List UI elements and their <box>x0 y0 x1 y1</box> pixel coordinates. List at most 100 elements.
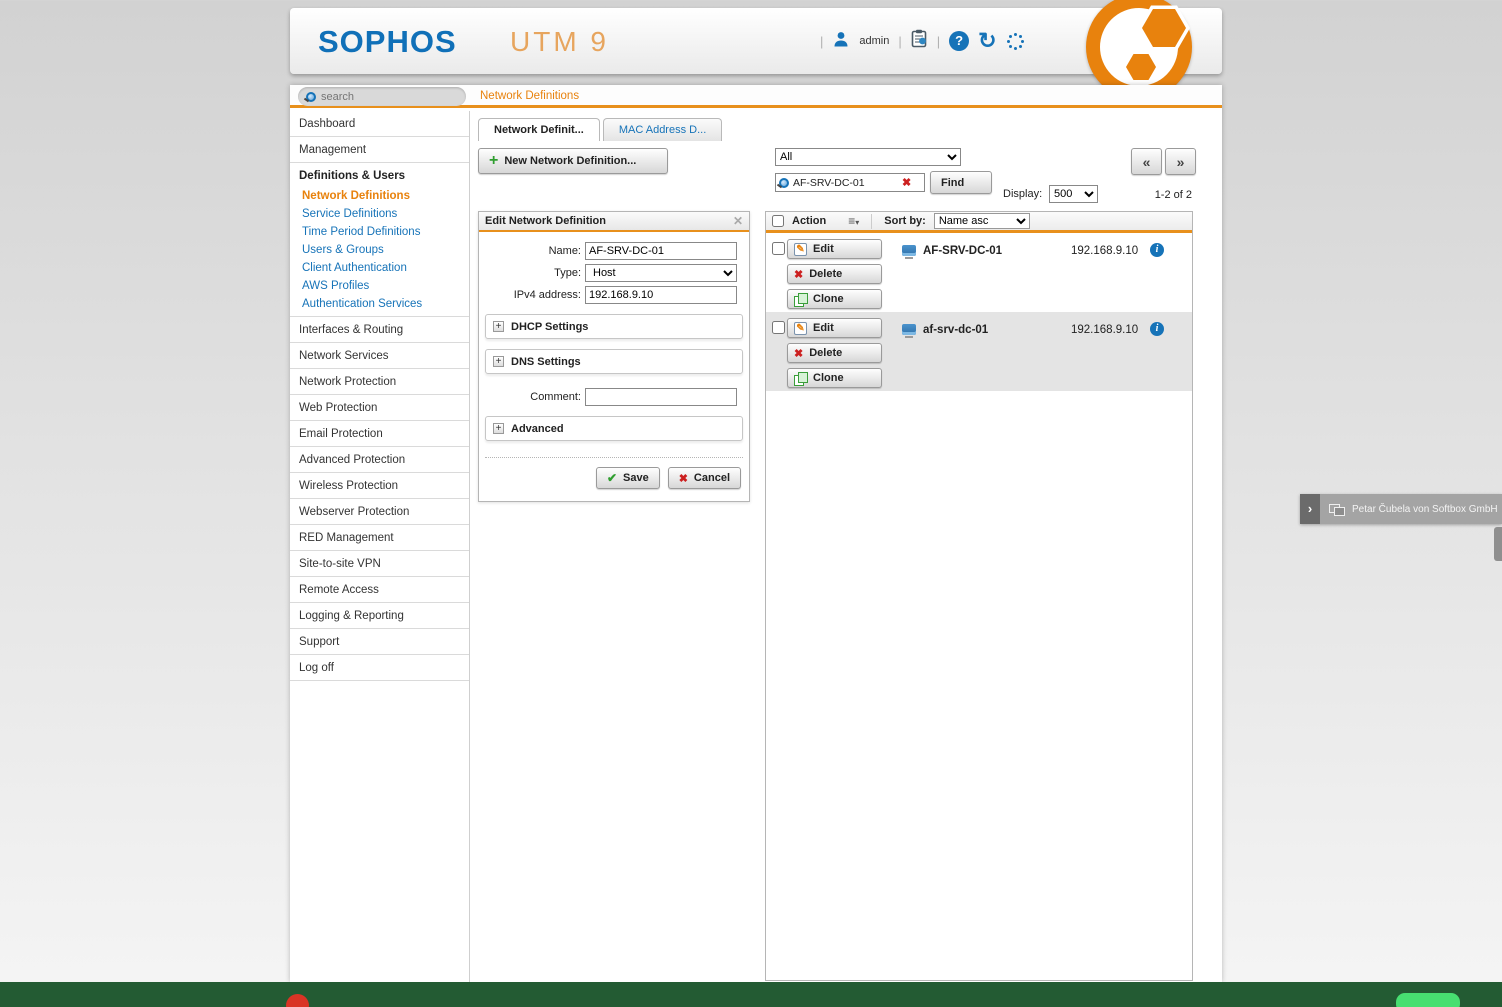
screenshare-participant: Petar Čubela von Softbox GmbH <box>1352 504 1498 515</box>
batch-menu-icon[interactable]: ≡▾ <box>848 214 859 228</box>
tab-network-definitions[interactable]: Network Definit... <box>478 118 600 141</box>
clone-button[interactable]: Clone <box>787 368 882 388</box>
help-icon[interactable]: ? <box>949 31 969 51</box>
display-count-select[interactable]: 500 <box>1049 185 1098 203</box>
sidebar-item-network-protection[interactable]: Network Protection <box>290 369 469 395</box>
sidebar-item-client-authentication[interactable]: Client Authentication <box>290 259 469 277</box>
sidebar-item-wireless-protection[interactable]: Wireless Protection <box>290 473 469 499</box>
dhcp-settings-section[interactable]: + DHCP Settings <box>485 314 743 339</box>
filter-type-select[interactable]: All <box>775 148 961 166</box>
comment-label: Comment: <box>485 391 581 403</box>
sidebar-item-authentication-services[interactable]: Authentication Services <box>290 295 469 317</box>
clear-search-icon[interactable]: ✖ <box>902 176 911 189</box>
sidebar-item-management[interactable]: Management <box>290 137 469 163</box>
info-icon[interactable]: i <box>1150 243 1164 257</box>
row-checkbox[interactable] <box>772 321 785 334</box>
sidebar-item-users-groups[interactable]: Users & Groups <box>290 241 469 259</box>
sidebar-item-network-services[interactable]: Network Services <box>290 343 469 369</box>
busy-spinner-icon <box>1006 32 1024 50</box>
clone-icon <box>794 293 807 306</box>
find-button[interactable]: Find <box>930 171 992 194</box>
advanced-section[interactable]: + Advanced <box>485 416 743 441</box>
delete-icon: ✖ <box>794 268 803 281</box>
name-field[interactable] <box>585 242 737 260</box>
breadcrumb: Network Definitions <box>480 90 579 102</box>
clone-button[interactable]: Clone <box>787 289 882 309</box>
delete-button[interactable]: ✖Delete <box>787 343 882 363</box>
ipv4-label: IPv4 address: <box>485 289 581 301</box>
sidebar-item-support[interactable]: Support <box>290 629 469 655</box>
pagination: « » <box>1131 148 1196 175</box>
recording-indicator <box>286 994 309 1007</box>
select-all-checkbox[interactable] <box>772 215 784 227</box>
edge-panel-tab[interactable] <box>1494 527 1502 561</box>
sidebar-item-advanced-protection[interactable]: Advanced Protection <box>290 447 469 473</box>
edit-button[interactable]: ✎Edit <box>787 318 882 338</box>
sidebar-search[interactable] <box>298 87 466 106</box>
close-icon[interactable]: ✕ <box>733 214 743 228</box>
host-icon <box>902 245 916 256</box>
row-actions: ✎Edit ✖Delete Clone <box>787 239 882 309</box>
cancel-button[interactable]: ✖ Cancel <box>668 467 741 489</box>
host-icon <box>902 324 916 335</box>
ipv4-field[interactable] <box>585 286 737 304</box>
search-input[interactable] <box>321 91 441 103</box>
edit-button[interactable]: ✎Edit <box>787 239 882 259</box>
taskbar <box>0 982 1502 1007</box>
sidebar-item-red-management[interactable]: RED Management <box>290 525 469 551</box>
find-input[interactable] <box>793 177 898 189</box>
sidebar-item-web-protection[interactable]: Web Protection <box>290 395 469 421</box>
comment-field[interactable] <box>585 388 737 406</box>
find-search-box[interactable]: ✖ <box>775 173 925 192</box>
definition-name: af-srv-dc-01 <box>923 324 988 336</box>
row-checkbox[interactable] <box>772 242 785 255</box>
panel-footer: ✔ Save ✖ Cancel <box>485 457 743 493</box>
sidebar-item-time-period-definitions[interactable]: Time Period Definitions <box>290 223 469 241</box>
changelog-icon[interactable] <box>911 29 928 53</box>
save-button[interactable]: ✔ Save <box>596 467 660 489</box>
sidebar-item-logging-reporting[interactable]: Logging & Reporting <box>290 603 469 629</box>
sidebar-item-aws-profiles[interactable]: AWS Profiles <box>290 277 469 295</box>
divider: | <box>898 34 901 49</box>
edit-icon: ✎ <box>794 243 807 256</box>
type-label: Type: <box>485 267 581 279</box>
sidebar-item-dashboard[interactable]: Dashboard <box>290 111 469 137</box>
tab-mac-address-definitions[interactable]: MAC Address D... <box>603 118 722 141</box>
username[interactable]: admin <box>859 35 889 47</box>
display-label: Display: <box>1003 188 1042 200</box>
sophos-logo: SOPHOS <box>318 24 457 60</box>
sidebar-item-remote-access[interactable]: Remote Access <box>290 577 469 603</box>
definition-name: AF-SRV-DC-01 <box>923 245 1002 257</box>
screenshare-overlay: › Petar Čubela von Softbox GmbH <box>1300 494 1502 524</box>
sidebar-item-definitions-users[interactable]: Definitions & Users <box>290 163 469 187</box>
edit-icon: ✎ <box>794 322 807 335</box>
definition-row: ✎Edit✖DeleteCloneaf-srv-dc-01192.168.9.1… <box>766 312 1192 391</box>
taskbar-button[interactable] <box>1396 993 1460 1007</box>
sidebar-item-email-protection[interactable]: Email Protection <box>290 421 469 447</box>
plus-icon: + <box>489 154 498 168</box>
divider <box>871 214 872 229</box>
panel-header: Edit Network Definition ✕ <box>479 212 749 232</box>
sidebar-item-log-off[interactable]: Log off <box>290 655 469 681</box>
next-page-button[interactable]: » <box>1165 148 1196 175</box>
dns-settings-section[interactable]: + DNS Settings <box>485 349 743 374</box>
user-icon <box>832 31 850 52</box>
sidebar-item-service-definitions[interactable]: Service Definitions <box>290 205 469 223</box>
sort-select[interactable]: Name asc <box>934 213 1030 229</box>
delete-icon: ✖ <box>794 347 803 360</box>
sidebar-item-network-definitions[interactable]: Network Definitions <box>290 187 469 205</box>
expand-icon: + <box>493 356 504 367</box>
type-select[interactable]: Host <box>585 264 737 282</box>
chevron-right-icon[interactable]: › <box>1300 494 1320 524</box>
refresh-icon[interactable]: ↻ <box>978 31 996 51</box>
info-icon[interactable]: i <box>1150 322 1164 336</box>
sidebar-item-site-to-site-vpn[interactable]: Site-to-site VPN <box>290 551 469 577</box>
new-network-definition-button[interactable]: + New Network Definition... <box>478 148 668 174</box>
list-header: Action ≡▾ Sort by: Name asc <box>766 212 1192 233</box>
panel-body: Name: Type: Host IPv4 address: + DHCP Se… <box>479 232 749 501</box>
prev-page-button[interactable]: « <box>1131 148 1162 175</box>
utm-logo <box>1086 8 1192 88</box>
sidebar-item-webserver-protection[interactable]: Webserver Protection <box>290 499 469 525</box>
sidebar-item-interfaces-routing[interactable]: Interfaces & Routing <box>290 317 469 343</box>
delete-button[interactable]: ✖Delete <box>787 264 882 284</box>
